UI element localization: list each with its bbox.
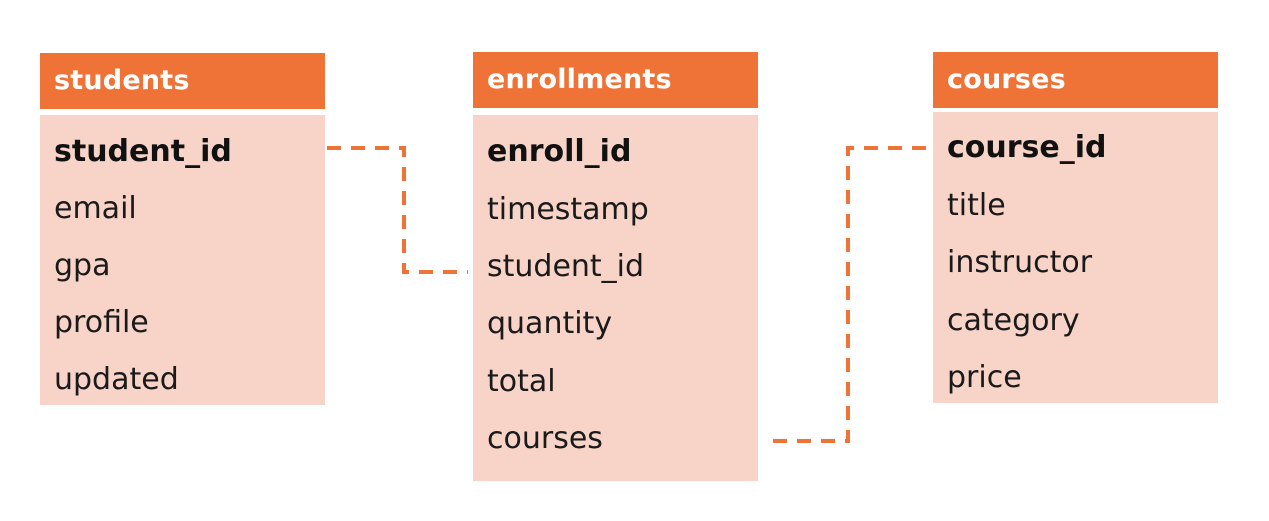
field-category: category bbox=[947, 303, 1080, 338]
field-total: total bbox=[487, 364, 556, 399]
courses-table: courses course_id title instructor categ… bbox=[933, 52, 1218, 403]
field-enroll-id-primary-key: enroll_id bbox=[487, 134, 632, 169]
students-table-header: students bbox=[40, 53, 325, 109]
enrollments-table-header: enrollments bbox=[473, 52, 758, 108]
enrollments-table: enrollments enroll_id timestamp student_… bbox=[473, 52, 758, 481]
field-updated: updated bbox=[54, 362, 179, 397]
enrollments-table-body: enroll_id timestamp student_id quantity … bbox=[473, 115, 758, 481]
field-title: title bbox=[947, 188, 1006, 223]
connector-enrollments-to-courses bbox=[773, 146, 935, 443]
connector-students-to-enrollments bbox=[327, 146, 468, 274]
students-table-body: student_id email gpa profile updated bbox=[40, 115, 325, 405]
field-student-id-primary-key: student_id bbox=[54, 134, 232, 169]
field-gpa: gpa bbox=[54, 248, 111, 283]
students-table: students student_id email gpa profile up… bbox=[40, 53, 325, 405]
field-course-id-primary-key: course_id bbox=[947, 130, 1107, 165]
field-profile: profile bbox=[54, 305, 149, 340]
field-student-id-foreign-key: student_id bbox=[487, 249, 645, 284]
field-courses-foreign-key: courses bbox=[487, 421, 603, 456]
field-quantity: quantity bbox=[487, 306, 613, 341]
courses-table-body: course_id title instructor category pric… bbox=[933, 112, 1218, 403]
field-price: price bbox=[947, 360, 1022, 395]
field-email: email bbox=[54, 191, 137, 226]
field-instructor: instructor bbox=[947, 245, 1093, 280]
courses-table-header: courses bbox=[933, 52, 1218, 108]
field-timestamp: timestamp bbox=[487, 192, 649, 227]
